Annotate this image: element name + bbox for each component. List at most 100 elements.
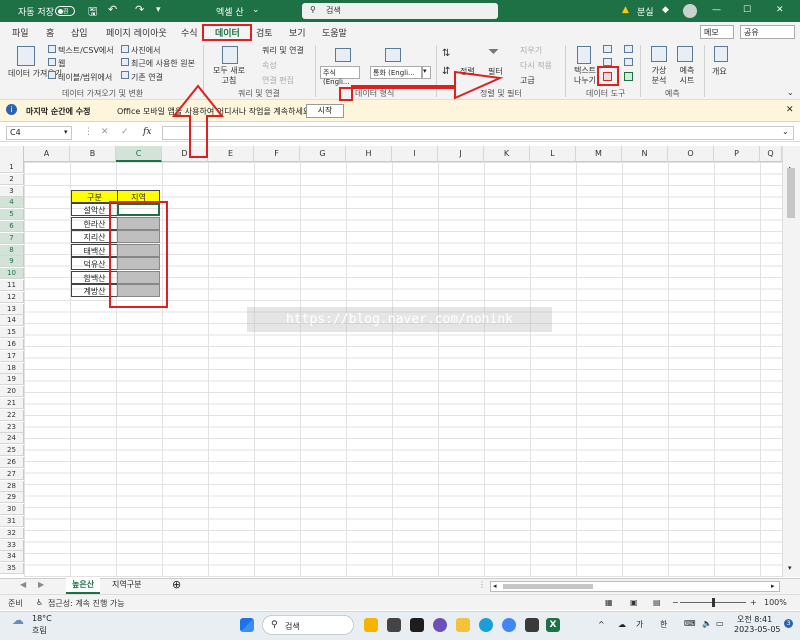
store-icon[interactable]: [525, 618, 539, 632]
row-header-21[interactable]: 21: [0, 398, 24, 409]
relationships-icon[interactable]: [624, 58, 633, 66]
tab-page-layout[interactable]: 페이지 레이아웃: [106, 26, 167, 39]
flash-fill-icon[interactable]: [603, 45, 612, 53]
cancel-icon[interactable]: ✕: [101, 127, 109, 137]
search-box[interactable]: ⚲ 검색: [302, 3, 498, 19]
row-header-5[interactable]: 5: [0, 209, 24, 221]
scroll-right-icon[interactable]: ▸: [771, 582, 775, 590]
ime-mode-2[interactable]: 한: [660, 619, 667, 630]
row-header-27[interactable]: 27: [0, 468, 24, 480]
row-header-31[interactable]: 31: [0, 516, 24, 527]
column-header-p[interactable]: P: [714, 146, 760, 162]
row-header-6[interactable]: 6: [0, 221, 24, 232]
next-sheet-icon[interactable]: ▶: [38, 580, 44, 589]
text-to-columns-button[interactable]: 텍스트 나누기: [572, 66, 598, 86]
tray-chevron-icon[interactable]: ^: [598, 620, 605, 629]
reapply-button[interactable]: 다시 적용: [520, 60, 552, 71]
accessibility-status[interactable]: 접근성: 계속 진행 가능: [48, 598, 125, 609]
file-explorer-icon[interactable]: [456, 618, 470, 632]
zoom-in-icon[interactable]: +: [750, 598, 757, 607]
minimize-icon[interactable]: —: [712, 5, 721, 15]
column-header-m[interactable]: M: [576, 146, 622, 162]
what-if-icon[interactable]: [651, 46, 667, 62]
close-message-icon[interactable]: ✕: [786, 105, 794, 115]
column-header-h[interactable]: H: [346, 146, 392, 162]
sort-az-icon[interactable]: ⇅: [442, 48, 450, 59]
filter-icon[interactable]: ⏷: [488, 44, 499, 60]
edit-links-button[interactable]: 연결 편집: [262, 75, 294, 86]
excel-taskbar-icon[interactable]: X: [546, 618, 560, 632]
close-icon[interactable]: ✕: [776, 5, 784, 15]
sort-button[interactable]: 정렬: [460, 66, 475, 77]
row-header-32[interactable]: 32: [0, 527, 24, 539]
name-box[interactable]: C4: [6, 126, 72, 140]
terminal-icon[interactable]: [410, 618, 424, 632]
ime-mode-1[interactable]: 가: [636, 619, 643, 630]
widgets-icon[interactable]: [364, 618, 378, 632]
row-header-8[interactable]: 8: [0, 244, 24, 256]
zoom-thumb[interactable]: [712, 598, 715, 607]
edge-icon[interactable]: [479, 618, 493, 632]
row-header-18[interactable]: 18: [0, 362, 24, 374]
sheet-tab-active[interactable]: 높은산: [66, 578, 101, 594]
row-header-33[interactable]: 33: [0, 539, 24, 551]
get-data-icon[interactable]: [17, 46, 35, 66]
column-header-q[interactable]: Q: [760, 146, 782, 162]
windows-start-icon[interactable]: [240, 618, 254, 632]
user-name[interactable]: 분실: [637, 5, 654, 18]
column-header-f[interactable]: F: [254, 146, 300, 162]
row-header-11[interactable]: 11: [0, 280, 24, 291]
row-header-12[interactable]: 12: [0, 291, 24, 303]
consolidate-icon[interactable]: [624, 45, 633, 53]
sort-za-icon[interactable]: ⇵: [442, 66, 450, 77]
queries-connections-button[interactable]: 쿼리 및 연결: [262, 45, 304, 56]
notification-badge[interactable]: 3: [784, 619, 793, 628]
prev-sheet-icon[interactable]: ◀: [20, 580, 26, 589]
row-header-7[interactable]: 7: [0, 232, 24, 244]
row-header-26[interactable]: 26: [0, 457, 24, 468]
row-header-4[interactable]: 4: [0, 197, 24, 209]
filter-button[interactable]: 필터: [488, 66, 503, 77]
chrome-icon[interactable]: [502, 618, 516, 632]
row-header-24[interactable]: 24: [0, 433, 24, 445]
start-button[interactable]: 시작: [306, 104, 344, 118]
column-header-l[interactable]: L: [530, 146, 576, 162]
column-header-i[interactable]: I: [392, 146, 438, 162]
avatar[interactable]: [683, 4, 697, 18]
row-header-19[interactable]: 19: [0, 374, 24, 386]
weather-temp[interactable]: 18°C: [32, 614, 52, 623]
teams-icon[interactable]: [433, 618, 447, 632]
page-break-view-icon[interactable]: ▤: [653, 598, 661, 607]
chevron-down-icon[interactable]: ⌄: [252, 5, 260, 15]
battery-icon[interactable]: ▭: [716, 619, 724, 628]
existing-connections-button[interactable]: 기존 연결: [131, 72, 163, 83]
from-web-button[interactable]: 웹: [58, 58, 65, 69]
recent-sources-button[interactable]: 최근에 사용한 원본: [131, 58, 195, 69]
column-header-e[interactable]: E: [208, 146, 254, 162]
row-header-9[interactable]: 9: [0, 256, 24, 268]
column-header-c[interactable]: C: [116, 146, 162, 162]
clock-time[interactable]: 오전 8:41: [737, 614, 772, 625]
row-header-28[interactable]: 28: [0, 480, 24, 492]
row-header-20[interactable]: 20: [0, 386, 24, 398]
horizontal-scrollbar[interactable]: ◂ ▸: [490, 581, 780, 592]
hscroll-thumb[interactable]: [503, 584, 593, 589]
column-header-k[interactable]: K: [484, 146, 530, 162]
memo-button[interactable]: 메모: [700, 25, 734, 39]
column-header-b[interactable]: B: [70, 146, 116, 162]
tab-home[interactable]: 홈: [46, 26, 54, 39]
warning-icon[interactable]: ▲: [622, 5, 629, 15]
forecast-sheet-button[interactable]: 예측 시트: [676, 66, 698, 86]
redo-icon[interactable]: ↷: [135, 3, 144, 16]
row-header-14[interactable]: 14: [0, 315, 24, 327]
save-icon[interactable]: 🖫: [88, 3, 97, 22]
row-header-22[interactable]: 22: [0, 409, 24, 421]
clear-button[interactable]: 지우기: [520, 45, 542, 56]
sheet-tab[interactable]: 지역구분: [106, 578, 147, 594]
accessibility-icon[interactable]: ♿: [36, 598, 43, 607]
scroll-left-icon[interactable]: ◂: [493, 582, 497, 590]
column-header-g[interactable]: G: [300, 146, 346, 162]
row-header-15[interactable]: 15: [0, 327, 24, 339]
row-header-17[interactable]: 17: [0, 350, 24, 362]
diamond-icon[interactable]: ◆: [662, 5, 669, 15]
